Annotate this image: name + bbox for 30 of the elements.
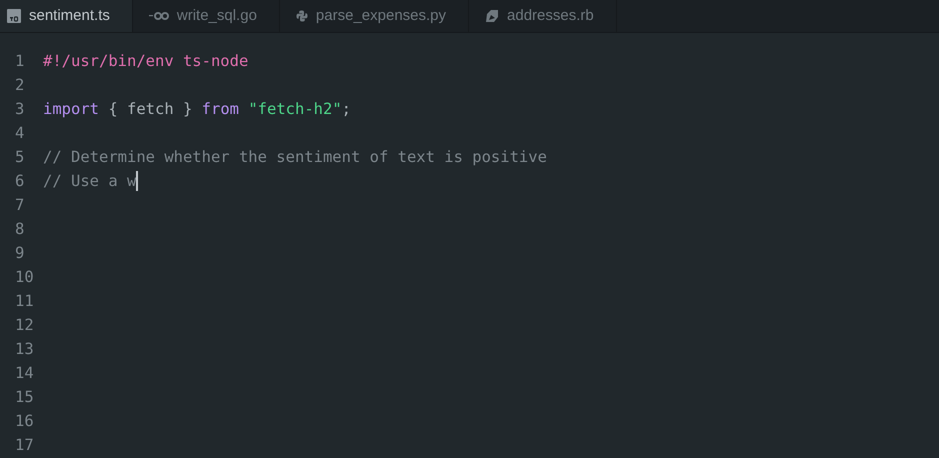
code-token: "fetch-h2" bbox=[248, 99, 342, 120]
typescript-file-icon bbox=[7, 9, 21, 23]
code-token: from bbox=[202, 99, 240, 120]
line-number: 10 bbox=[14, 267, 34, 288]
line-number: 9 bbox=[14, 243, 26, 264]
code-token: import bbox=[43, 99, 99, 120]
line-number: 1 bbox=[14, 51, 26, 72]
line-number: 17 bbox=[14, 435, 34, 456]
code-token: ; bbox=[342, 99, 351, 120]
line-number: 13 bbox=[14, 339, 34, 360]
line-number: 16 bbox=[14, 411, 34, 432]
code-token: { fetch } bbox=[107, 99, 194, 120]
line-number: 6 bbox=[14, 171, 26, 192]
code-token: // Determine whether the sentiment of text is positive bbox=[43, 147, 547, 168]
line-number: 8 bbox=[14, 219, 26, 240]
gem-file-icon bbox=[485, 9, 500, 23]
line-number: 2 bbox=[14, 75, 26, 96]
code-token: #!/usr/bin/env ts-node bbox=[43, 51, 248, 72]
line-number: 14 bbox=[14, 363, 34, 384]
line-number: 15 bbox=[14, 387, 34, 408]
line-number: 7 bbox=[14, 195, 26, 216]
go-file-icon bbox=[148, 11, 169, 21]
code-token: // Use a w bbox=[43, 171, 136, 192]
line-number: 12 bbox=[14, 315, 34, 336]
line-number: 11 bbox=[14, 291, 34, 312]
file-tab[interactable]: sentiment.ts bbox=[0, 0, 133, 32]
line-number: 4 bbox=[14, 123, 26, 144]
line-number: 5 bbox=[14, 147, 26, 168]
line-number: 3 bbox=[14, 99, 26, 120]
python-file-icon bbox=[296, 10, 308, 22]
